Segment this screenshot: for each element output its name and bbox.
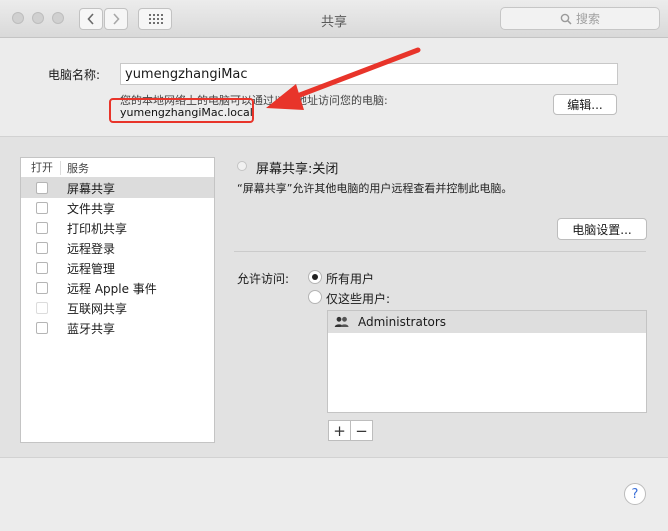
users-list: Administrators — [327, 310, 647, 413]
user-group-icon — [334, 316, 349, 327]
computer-settings-button[interactable]: 电脑设置... — [557, 218, 647, 240]
status-indicator-icon — [237, 161, 247, 171]
service-label: 远程 Apple 事件 — [67, 281, 157, 296]
all-users-radio[interactable] — [308, 270, 322, 284]
service-row[interactable]: 文件共享 — [21, 198, 214, 218]
column-header-on[interactable]: 打开 — [21, 160, 61, 175]
user-name: Administrators — [358, 315, 447, 329]
add-user-button[interactable]: + — [328, 420, 351, 441]
service-checkbox[interactable] — [36, 242, 48, 254]
list-item[interactable]: Administrators — [328, 311, 646, 333]
service-row[interactable]: 屏幕共享 — [21, 178, 214, 198]
toolbar: 共享 搜索 — [0, 0, 668, 38]
service-checkbox[interactable] — [36, 282, 48, 294]
service-label: 屏幕共享 — [67, 181, 116, 196]
computer-name-label: 电脑名称: — [48, 68, 101, 82]
service-label: 文件共享 — [67, 201, 116, 216]
service-row[interactable]: 蓝牙共享 — [21, 318, 214, 338]
remove-user-button[interactable]: − — [350, 420, 373, 441]
service-label: 远程管理 — [67, 261, 116, 276]
all-users-label[interactable]: 所有用户 — [326, 270, 374, 287]
service-checkbox[interactable] — [36, 322, 48, 334]
edit-button[interactable]: 编辑... — [553, 94, 617, 115]
service-checkbox[interactable] — [36, 302, 48, 314]
service-label: 蓝牙共享 — [67, 321, 116, 336]
sharing-panel: 打开 服务 屏幕共享文件共享打印机共享远程登录远程管理远程 Apple 事件 互联… — [0, 136, 668, 458]
computer-name-field[interactable]: yumengzhangiMac — [120, 63, 618, 85]
service-label: 打印机共享 — [67, 221, 128, 236]
help-button[interactable]: ? — [624, 483, 646, 505]
service-row[interactable]: 远程管理 — [21, 258, 214, 278]
search-placeholder: 搜索 — [575, 12, 600, 26]
services-list: 打开 服务 屏幕共享文件共享打印机共享远程登录远程管理远程 Apple 事件 互联… — [20, 157, 215, 443]
allow-access-label: 允许访问: — [237, 272, 290, 286]
divider — [234, 251, 646, 252]
only-these-users-label[interactable]: 仅这些用户: — [326, 290, 390, 307]
search-field[interactable]: 搜索 — [500, 7, 660, 30]
service-checkbox[interactable] — [36, 262, 48, 274]
service-row[interactable]: 远程登录 — [21, 238, 214, 258]
service-checkbox[interactable] — [36, 182, 48, 194]
search-icon — [560, 13, 572, 25]
screen-sharing-description: “屏幕共享”允许其他电脑的用户远程查看并控制此电脑。 — [237, 182, 513, 195]
service-row[interactable]: 打印机共享 — [21, 218, 214, 238]
service-row[interactable]: 远程 Apple 事件 — [21, 278, 214, 298]
hostname-highlight-box — [109, 98, 254, 123]
only-these-users-radio[interactable] — [308, 290, 322, 304]
service-row[interactable]: 互联网共享 — [21, 298, 214, 318]
services-list-header: 打开 服务 — [21, 158, 214, 178]
service-checkbox[interactable] — [36, 222, 48, 234]
sharing-window: 共享 搜索 电脑名称: yumengzhangiMac 您的本地网络上的电脑可以… — [0, 0, 668, 531]
service-label: 远程登录 — [67, 241, 116, 256]
screen-sharing-status: 屏幕共享:关闭 — [256, 162, 339, 177]
service-label: 互联网共享 — [67, 301, 128, 316]
service-checkbox[interactable] — [36, 202, 48, 214]
column-header-service[interactable]: 服务 — [61, 160, 89, 176]
